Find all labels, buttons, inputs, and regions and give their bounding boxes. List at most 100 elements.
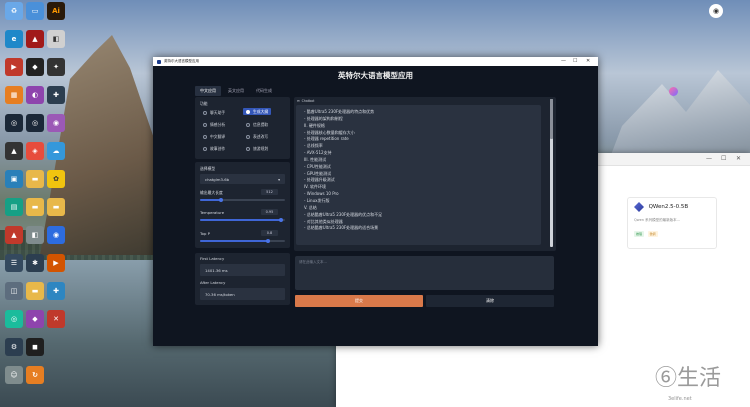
model-card[interactable]: QWen2.5-0.5B Qwen 系列模型的最新版本... 推理 微调 <box>627 197 717 249</box>
max-length-slider[interactable] <box>200 197 285 202</box>
app-icon[interactable]: ◆ <box>26 310 44 328</box>
radio-dot-icon <box>203 147 207 151</box>
app-icon[interactable]: ◫ <box>5 282 23 300</box>
app-heading: 英特尔大语言模型应用 <box>338 71 413 80</box>
chat-line: - 总结酷睿Ultra5 230F处理器的适合场景 <box>304 225 379 231</box>
radio-travel[interactable]: 旅游规划 <box>246 146 268 152</box>
slider-fill <box>200 199 222 201</box>
chat-scrollbar[interactable] <box>550 99 553 247</box>
chat-line: - Linux发行版 <box>304 197 330 203</box>
radio-chat[interactable]: 聊天助手 <box>203 110 225 116</box>
folder-icon[interactable]: ▬ <box>26 282 44 300</box>
app-icon[interactable]: ▶ <box>5 58 23 76</box>
close-icon[interactable]: ✕ <box>736 155 741 162</box>
app-icon[interactable]: ▦ <box>5 86 23 104</box>
slider-thumb[interactable] <box>266 238 270 243</box>
chat-line: - 处理器核心数量和缓存大小 <box>304 129 355 135</box>
chat-line: IV. 软件环境 <box>304 184 326 190</box>
sidebar-avatar-icon[interactable] <box>669 87 678 96</box>
app-icon[interactable]: ◉ <box>47 114 65 132</box>
radio-sentiment[interactable]: 情感分析 <box>203 122 225 128</box>
radio-story[interactable]: 故事创作 <box>203 146 225 152</box>
app-icon[interactable]: ◧ <box>47 30 65 48</box>
app-icon[interactable]: ◉ <box>47 226 65 244</box>
app-icon[interactable]: ▤ <box>5 198 23 216</box>
minimize-icon[interactable]: — <box>706 155 712 162</box>
app-icon[interactable]: ☺ <box>5 366 23 384</box>
desktop-shortcut[interactable]: ◉ <box>706 4 726 24</box>
llm-app-window[interactable]: 英特尔大语言模型应用 — ☐ ✕ 英特尔大语言模型应用 中文应用 英文应用 代码… <box>153 57 598 346</box>
maximize-icon[interactable]: ☐ <box>573 58 577 64</box>
prompt-input[interactable]: 请在此输入文本… <box>295 256 554 290</box>
app-icon[interactable]: ✚ <box>47 282 65 300</box>
app-icon[interactable]: ▲ <box>5 226 23 244</box>
app-icon[interactable]: ☰ <box>5 254 23 272</box>
temperature-input[interactable]: 0.95 <box>261 209 278 215</box>
illustrator-icon[interactable]: Ai <box>47 2 65 20</box>
folder-icon[interactable]: ▬ <box>47 198 65 216</box>
minimize-icon[interactable]: — <box>561 58 566 64</box>
slider-thumb[interactable] <box>219 197 224 202</box>
after-latency-value: 70.36 ms/token <box>200 288 285 300</box>
app-icon[interactable]: ✕ <box>47 310 65 328</box>
radio-dot-icon <box>203 111 207 115</box>
radio-dot-icon <box>246 109 250 114</box>
watermark-url: 3elife.net <box>668 396 692 402</box>
app-icon[interactable]: ◈ <box>26 142 44 160</box>
folder-icon[interactable]: ▬ <box>26 198 44 216</box>
folder-icon[interactable]: ▬ <box>26 170 44 188</box>
scrollbar-thumb[interactable] <box>550 99 553 139</box>
radio-label: 旅游规划 <box>253 146 269 151</box>
radio-translate[interactable]: 中文翻译 <box>203 134 225 140</box>
model-select[interactable]: chatglm3-6b ▾ <box>200 174 285 184</box>
max-length-label: 输出最大长度 <box>200 190 223 195</box>
model-label: 选择模型 <box>200 166 216 171</box>
app-icon[interactable]: ⚙ <box>5 338 23 356</box>
radio-rewrite[interactable]: 表述改写 <box>246 134 268 140</box>
close-icon[interactable]: ✕ <box>586 58 590 64</box>
app-icon[interactable]: ◧ <box>26 226 44 244</box>
app-icon[interactable]: ↻ <box>26 366 44 384</box>
radio-dot-icon <box>246 135 250 139</box>
radio-dot-icon <box>203 135 207 139</box>
recycle-bin-icon[interactable]: ♻ <box>5 2 23 20</box>
app-icon[interactable]: ✱ <box>26 254 44 272</box>
app-icon[interactable]: ✦ <box>47 58 65 76</box>
app-icon[interactable]: ▣ <box>5 170 23 188</box>
maximize-icon[interactable]: ☐ <box>721 155 726 162</box>
display-icon[interactable]: ▭ <box>26 2 44 20</box>
chat-line: - 总线频率 <box>304 143 323 149</box>
app-icon[interactable]: ◐ <box>26 86 44 104</box>
radio-label: 中文翻译 <box>210 134 226 139</box>
submit-button[interactable]: 提交 <box>295 295 423 307</box>
app-icon[interactable]: ◎ <box>5 310 23 328</box>
radio-outline[interactable]: 生成大纲 <box>243 108 272 115</box>
app-icon[interactable]: ☁ <box>47 142 65 160</box>
slider-thumb[interactable] <box>278 217 283 222</box>
app-icon[interactable]: ✿ <box>47 170 65 188</box>
top-p-input[interactable]: 0.8 <box>261 230 278 236</box>
app-icon[interactable]: ▶ <box>47 254 65 272</box>
app-icon[interactable]: ✚ <box>47 86 65 104</box>
clear-button[interactable]: 清除 <box>426 295 554 307</box>
tab-chinese[interactable]: 中文应用 <box>195 86 221 96</box>
radio-dot-icon <box>246 147 250 151</box>
temperature-slider[interactable] <box>200 217 285 222</box>
steam-icon[interactable]: ◎ <box>5 114 23 132</box>
max-length-input[interactable]: 512 <box>261 189 278 195</box>
radio-extract[interactable]: 信息提取 <box>246 122 268 128</box>
top-p-slider[interactable] <box>200 238 285 243</box>
latency-panel: First Latency 1401.36 ms After Latency 7… <box>195 253 290 305</box>
app-icon[interactable]: ◼ <box>26 338 44 356</box>
top-p-label: Top P <box>200 231 210 236</box>
tab-english[interactable]: 英文应用 <box>223 86 249 96</box>
chat-line: V. 总结 <box>304 204 317 210</box>
chat-line: - GPU性能测试 <box>304 170 332 176</box>
radio-label: 聊天助手 <box>210 110 226 115</box>
steam-icon[interactable]: ◎ <box>26 114 44 132</box>
app-icon[interactable]: ◆ <box>26 58 44 76</box>
app-icon[interactable]: ▲ <box>26 30 44 48</box>
app-icon[interactable]: ▲ <box>5 142 23 160</box>
edge-icon[interactable]: e <box>5 30 23 48</box>
tab-code[interactable]: 代码生成 <box>251 86 277 96</box>
